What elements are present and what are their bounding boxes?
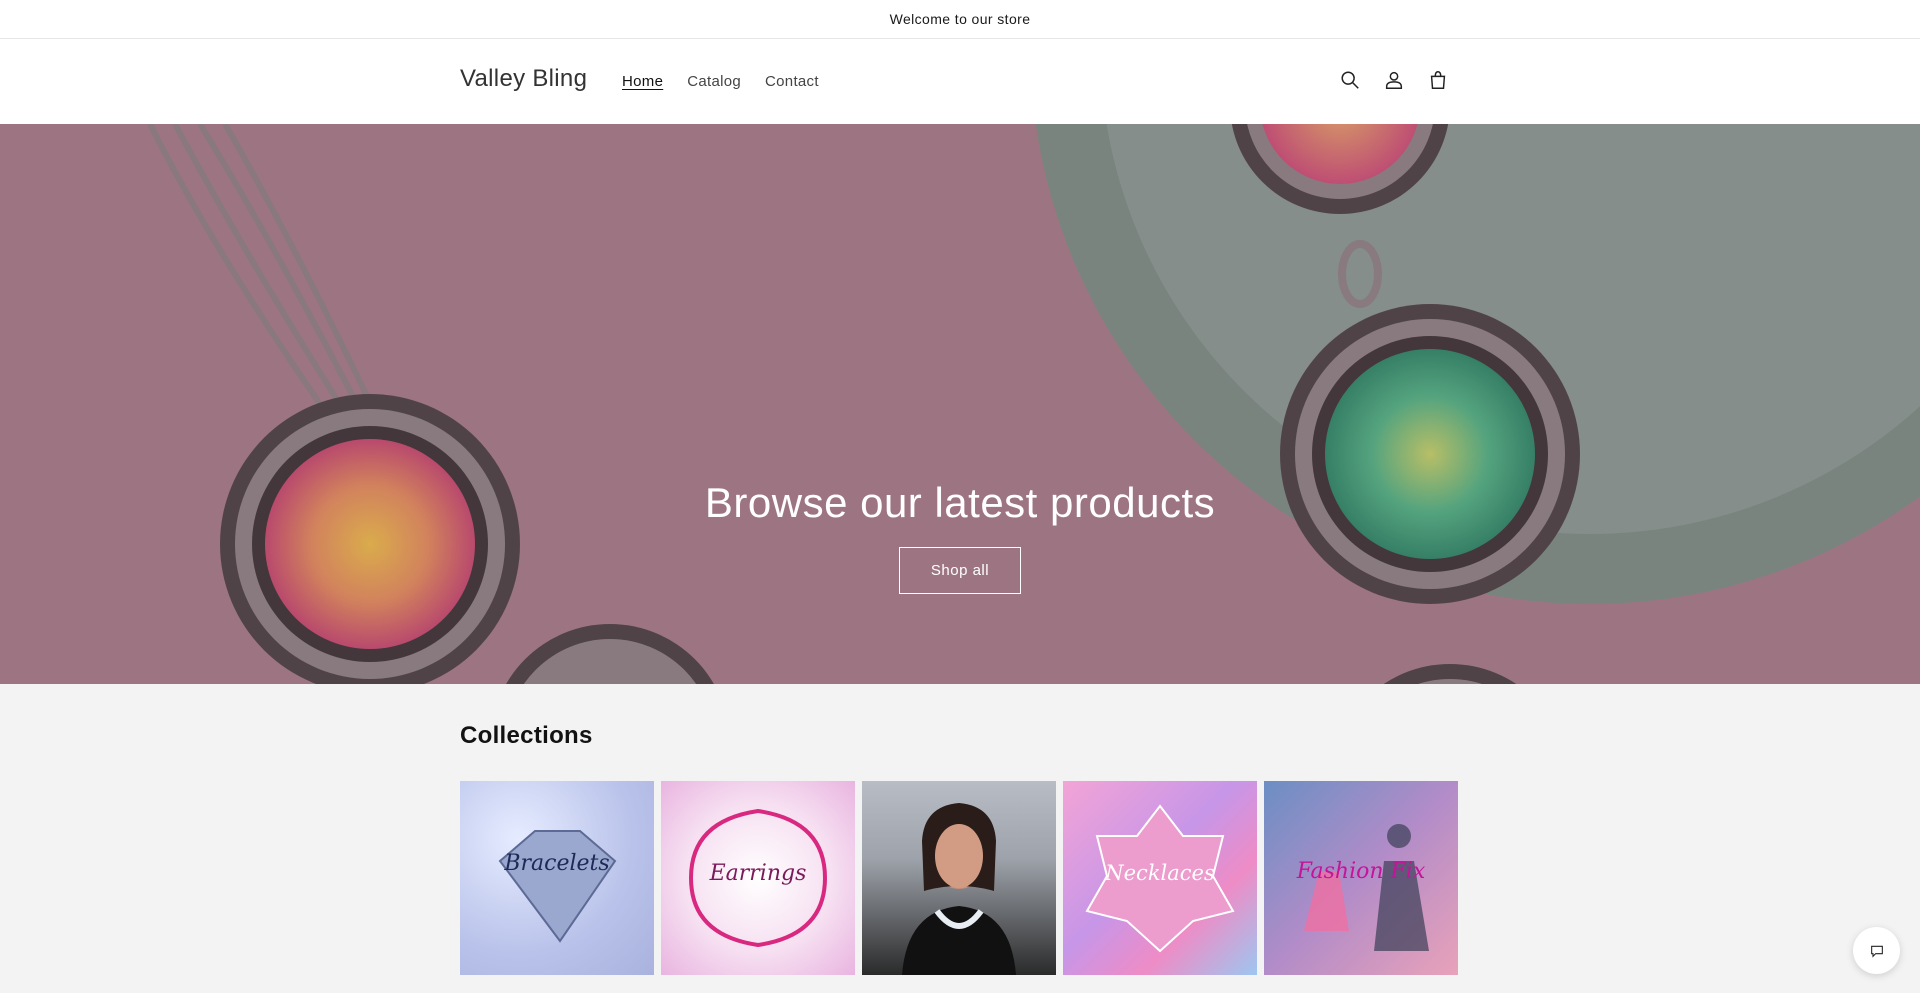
search-button[interactable] — [1336, 63, 1364, 97]
cart-button[interactable] — [1424, 63, 1452, 97]
collection-card-necklaces[interactable]: Necklaces — [1063, 781, 1257, 975]
account-icon — [1385, 71, 1403, 89]
collections-section: Collections Bracelets Earrings Necklaces… — [0, 684, 1920, 993]
hero-banner: Browse our latest products Shop all — [0, 124, 1920, 684]
header-icons — [1336, 63, 1452, 97]
main-nav: Home Catalog Contact — [622, 73, 819, 90]
collection-card-model[interactable] — [862, 781, 1056, 975]
collection-label: Necklaces — [1105, 861, 1215, 885]
search-icon — [1341, 71, 1359, 89]
hero-title: Browse our latest products — [704, 479, 1216, 526]
nav-contact[interactable]: Contact — [765, 73, 819, 90]
collection-label: Earrings — [709, 861, 807, 886]
model-photo — [902, 803, 1016, 975]
chat-button[interactable] — [1853, 927, 1900, 974]
collection-card-bracelets[interactable]: Bracelets — [460, 781, 654, 975]
store-logo[interactable]: Valley Bling — [460, 65, 587, 93]
collection-card-earrings[interactable]: Earrings — [661, 781, 855, 975]
collection-label: Bracelets — [504, 851, 610, 876]
chat-icon — [1870, 945, 1883, 958]
site-header: Valley Bling Home Catalog Contact — [0, 39, 1920, 124]
collection-label: Fashion Fix — [1296, 859, 1426, 884]
announcement-bar: Welcome to our store — [0, 0, 1920, 39]
hero-image — [0, 124, 1920, 684]
announcement-text: Welcome to our store — [889, 11, 1031, 27]
nav-catalog[interactable]: Catalog — [687, 73, 741, 90]
account-button[interactable] — [1380, 63, 1408, 97]
nav-home[interactable]: Home — [622, 73, 663, 90]
diamond-image — [498, 830, 617, 943]
cart-icon — [1430, 71, 1446, 89]
shop-all-button[interactable]: Shop all — [899, 547, 1021, 594]
collection-list: Bracelets Earrings Necklaces Fashion Fix — [460, 781, 1458, 975]
collections-title: Collections — [460, 722, 593, 749]
collection-card-fashion-fix[interactable]: Fashion Fix — [1264, 781, 1458, 975]
